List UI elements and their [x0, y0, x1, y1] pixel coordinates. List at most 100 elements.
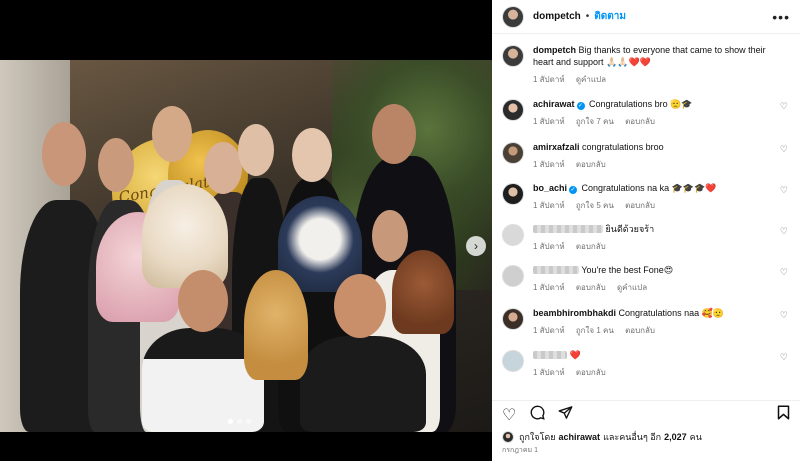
comment-translate-link[interactable]: ดูคำแปล: [617, 283, 647, 292]
share-icon[interactable]: [558, 405, 573, 424]
comment-avatar[interactable]: [502, 142, 524, 164]
photo-person-head: [292, 128, 332, 182]
comment-item: amirxafzali congratulations broo 1 สัปดา…: [502, 141, 792, 171]
comment-like-heart-icon[interactable]: ♡: [780, 101, 788, 112]
photo-person-head: [42, 122, 86, 186]
post-photo[interactable]: Congratulations ›: [0, 60, 492, 432]
caption-translate-link[interactable]: ดูคำแปล: [576, 75, 606, 84]
comments-list[interactable]: dompetch Big thanks to everyone that cam…: [492, 40, 800, 386]
post-date[interactable]: กรกฎาคม 1: [502, 445, 538, 456]
comment-item: beambhirombhakdi Congratulations naa 🥰🫡 …: [502, 307, 792, 337]
heart-icon[interactable]: ♡: [502, 408, 516, 424]
likes-suffix: คน: [689, 432, 702, 442]
caption-username[interactable]: dompetch: [533, 45, 576, 55]
blurred-username: [533, 225, 603, 233]
caption: dompetch Big thanks to everyone that cam…: [502, 44, 792, 86]
comment-avatar[interactable]: [502, 308, 524, 330]
comment-item: ❤️ 1 สัปดาห์ ตอบกลับ ♡: [502, 349, 792, 379]
comment-text: Congratulations na ka 🎓🎓🎓❤️: [581, 183, 717, 193]
photo-person: [300, 336, 426, 432]
photo-person-head: [372, 210, 408, 262]
comment-time[interactable]: 1 สัปดาห์: [533, 326, 565, 335]
photo-person-head: [204, 142, 242, 194]
photo-plush-horse: [392, 250, 454, 334]
comment-reply-button[interactable]: ตอบกลับ: [576, 242, 606, 251]
author-avatar[interactable]: [502, 5, 524, 28]
caption-avatar[interactable]: [502, 45, 524, 67]
more-icon[interactable]: •••: [772, 9, 790, 25]
comment-username[interactable]: achirawat: [533, 99, 575, 109]
carousel-dot: [237, 419, 242, 424]
comment-item: achirawat ✓ Congratulations bro 🫡🎓 1 สัปด…: [502, 98, 792, 128]
likes-summary[interactable]: ถูกใจโดย achirawat และคนอื่นๆ อีก 2,027 …: [502, 430, 792, 444]
comment-avatar-blurred[interactable]: [502, 265, 524, 287]
verified-badge-icon: ✓: [569, 186, 578, 194]
comment-time[interactable]: 1 สัปดาห์: [533, 117, 565, 126]
caption-meta: 1 สัปดาห์ ดูคำแปล: [533, 74, 769, 86]
comment-text: ❤️: [569, 350, 581, 360]
comment-text: congratulations broo: [582, 142, 664, 152]
comment-likes[interactable]: ถูกใจ 7 คน: [576, 117, 614, 126]
comment-username[interactable]: beambhirombhakdi: [533, 308, 616, 318]
comment-reply-button[interactable]: ตอบกลับ: [625, 326, 655, 335]
comment-time[interactable]: 1 สัปดาห์: [533, 368, 565, 377]
photo-bouquet: [142, 184, 228, 288]
comment-like-heart-icon[interactable]: ♡: [780, 226, 788, 237]
comment-time[interactable]: 1 สัปดาห์: [533, 283, 565, 292]
post-actions-bar: ♡: [492, 400, 800, 424]
comment-like-heart-icon[interactable]: ♡: [780, 267, 788, 278]
next-slide-button[interactable]: ›: [466, 236, 486, 256]
header-separator: •: [585, 11, 590, 22]
comment-reply-button[interactable]: ตอบกลับ: [625, 117, 655, 126]
comment-like-heart-icon[interactable]: ♡: [780, 185, 788, 196]
caption-time[interactable]: 1 สัปดาห์: [533, 75, 565, 84]
carousel-dot: [246, 419, 251, 424]
carousel-indicator: [228, 419, 251, 424]
comment-reply-button[interactable]: ตอบกลับ: [576, 160, 606, 169]
comment-likes[interactable]: ถูกใจ 1 คน: [576, 326, 614, 335]
blurred-username: [533, 266, 579, 274]
comment-text: You're the best Fone😍: [581, 265, 674, 275]
post-header: dompetch • ติดตาม •••: [492, 0, 800, 34]
post-side-panel: dompetch • ติดตาม ••• dompetch Big thank…: [492, 0, 800, 461]
author-username[interactable]: dompetch: [533, 11, 581, 22]
photo-person-head: [152, 106, 192, 162]
follow-button[interactable]: ติดตาม: [594, 9, 626, 24]
comment-reply-button[interactable]: ตอบกลับ: [576, 283, 606, 292]
comment-text: Congratulations bro 🫡🎓: [589, 99, 693, 109]
comment-item: ยินดีด้วยจร้า 1 สัปดาห์ ตอบกลับ ♡: [502, 223, 792, 253]
comment-item: You're the best Fone😍 1 สัปดาห์ ตอบกลับ …: [502, 264, 792, 294]
photo-person-head: [334, 274, 386, 338]
comment-avatar[interactable]: [502, 183, 524, 205]
photo-person-head: [372, 104, 416, 164]
photo-person-head: [98, 138, 134, 192]
instagram-post-modal: Congratulations ›: [0, 0, 800, 461]
comment-text: ยินดีด้วยจร้า: [605, 224, 655, 234]
comment-likes[interactable]: ถูกใจ 5 คน: [576, 201, 614, 210]
photo-person-head: [178, 270, 228, 332]
likes-user[interactable]: achirawat: [559, 432, 601, 442]
comment-like-heart-icon[interactable]: ♡: [780, 352, 788, 363]
blurred-username: [533, 351, 567, 359]
bookmark-icon[interactable]: [777, 405, 790, 424]
comment-like-heart-icon[interactable]: ♡: [780, 310, 788, 321]
carousel-dot: [228, 419, 233, 424]
photo-person-head: [238, 124, 274, 176]
comment-text: Congratulations naa 🥰🫡: [618, 308, 724, 318]
photo-plush-horse: [244, 270, 308, 380]
comment-time[interactable]: 1 สัปดาห์: [533, 201, 565, 210]
comment-icon[interactable]: [530, 405, 545, 424]
comment-avatar[interactable]: [502, 99, 524, 121]
comment-time[interactable]: 1 สัปดาห์: [533, 160, 565, 169]
comment-like-heart-icon[interactable]: ♡: [780, 144, 788, 155]
comment-time[interactable]: 1 สัปดาห์: [533, 242, 565, 251]
comment-avatar-blurred[interactable]: [502, 224, 524, 246]
comment-username[interactable]: amirxafzali: [533, 142, 580, 152]
liker-avatar: [502, 431, 514, 443]
comment-reply-button[interactable]: ตอบกลับ: [576, 368, 606, 377]
comment-reply-button[interactable]: ตอบกลับ: [625, 201, 655, 210]
comment-avatar-blurred[interactable]: [502, 350, 524, 372]
likes-count[interactable]: 2,027: [664, 432, 687, 442]
comment-username[interactable]: bo_achi: [533, 183, 567, 193]
likes-prefix: ถูกใจโดย: [519, 432, 556, 442]
